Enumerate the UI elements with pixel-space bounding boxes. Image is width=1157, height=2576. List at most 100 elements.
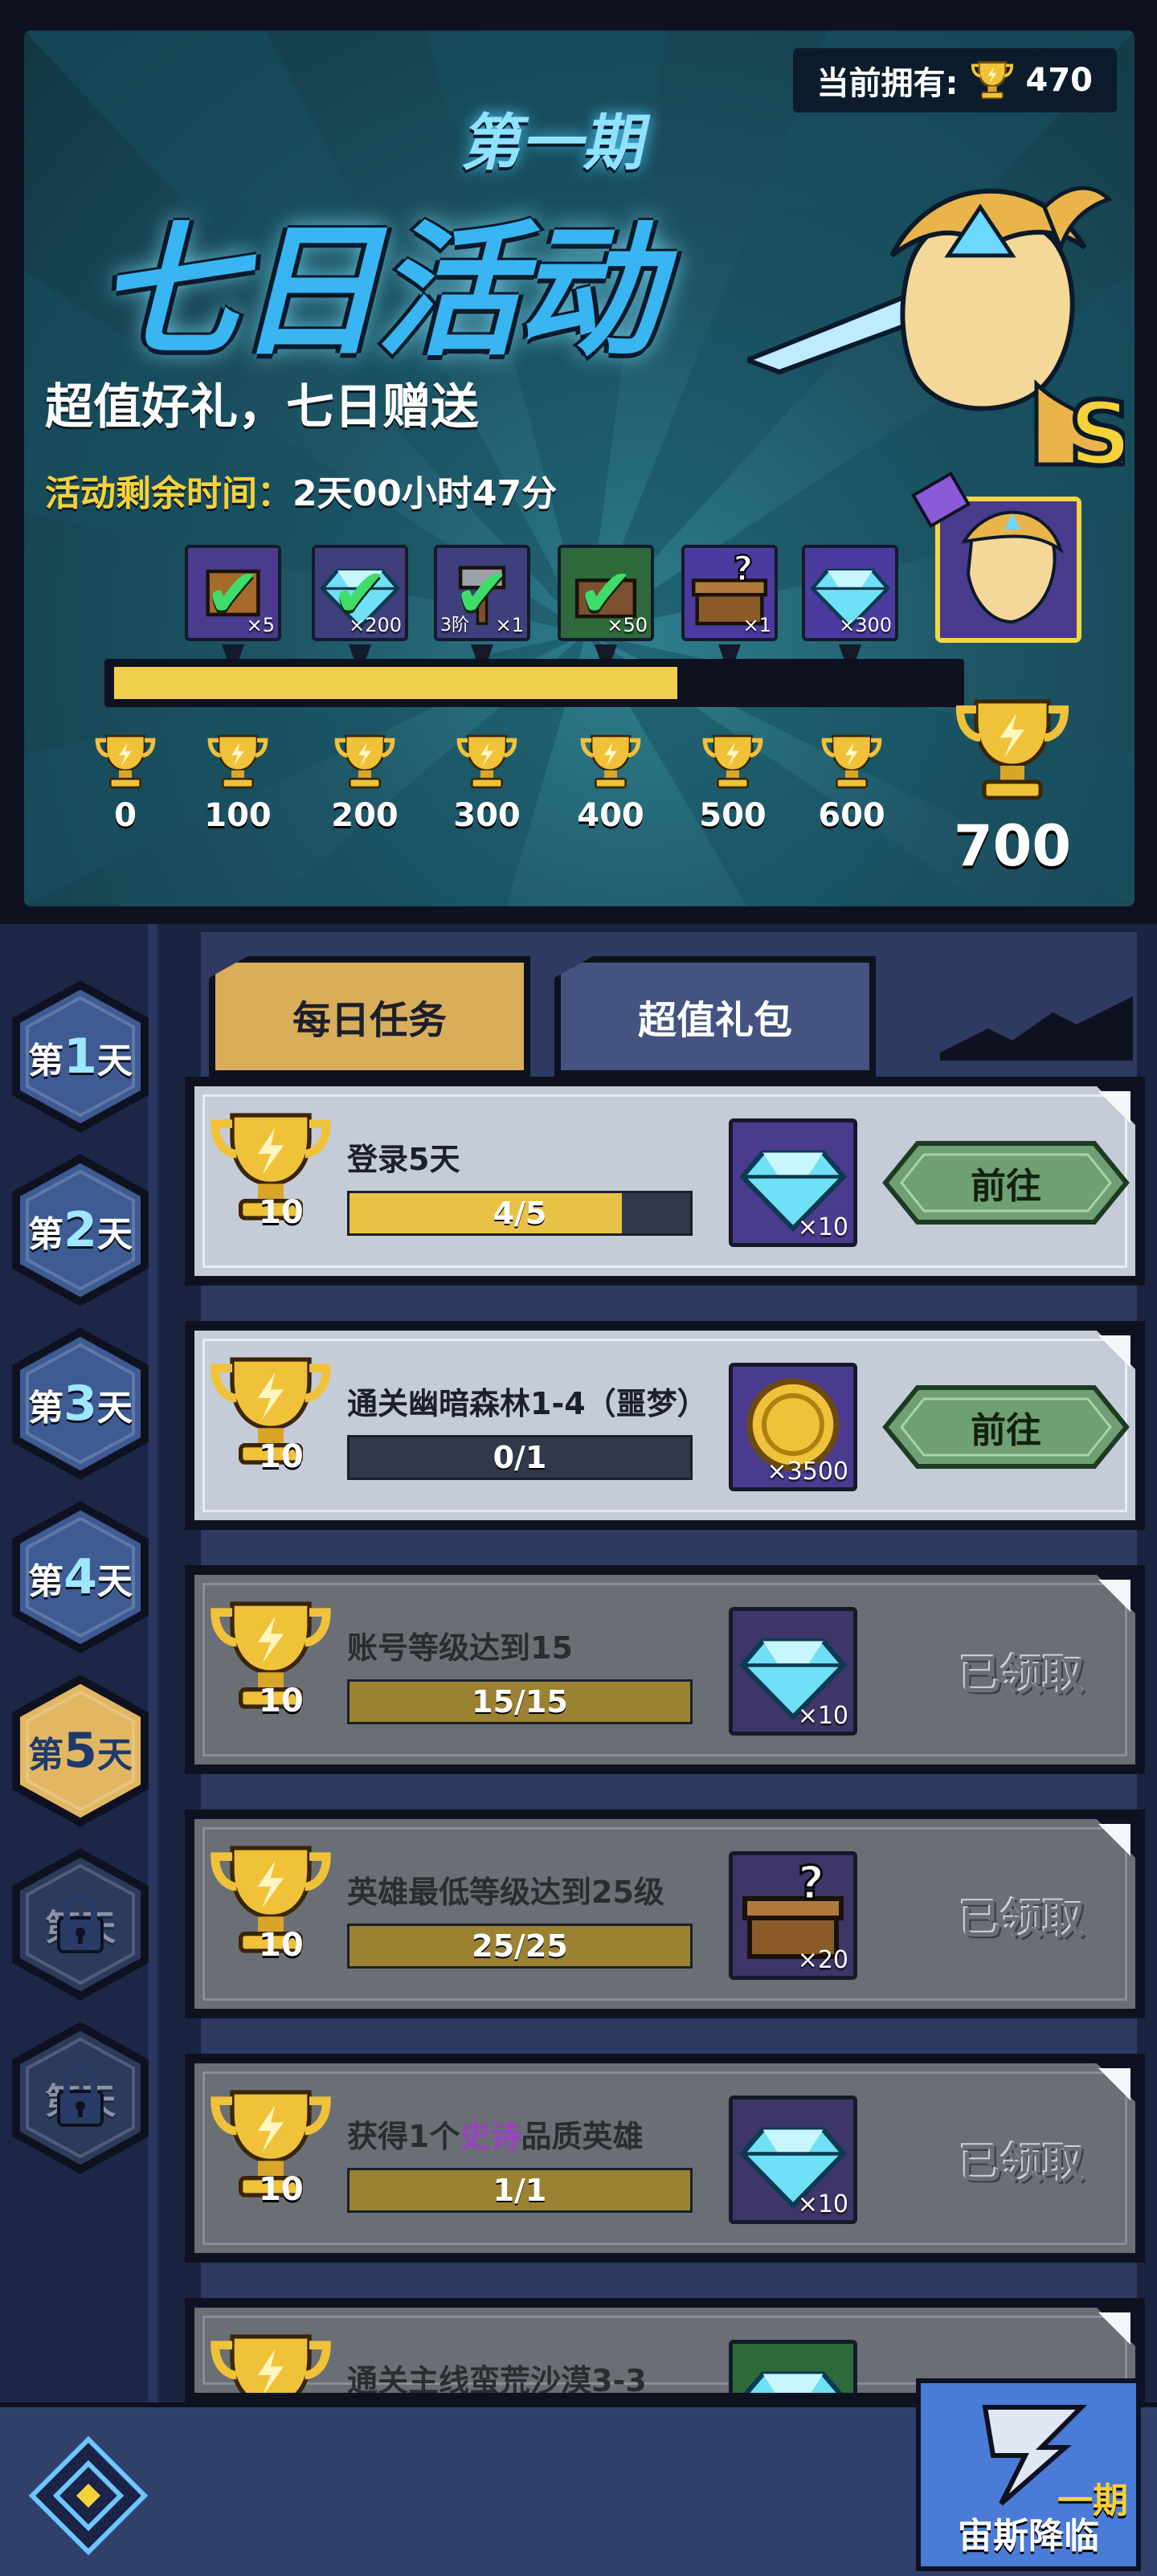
milestone: 100	[190, 730, 286, 834]
hero-rank: S	[1069, 382, 1125, 485]
day-label: 第3天	[28, 1376, 133, 1432]
zeus-label: 宙斯降临	[958, 2516, 1099, 2557]
crack-decoration-icon	[940, 996, 1133, 1061]
day-tab[interactable]: 第2天	[10, 1154, 151, 1306]
milestone: 500	[685, 730, 781, 834]
trophy-icon	[456, 734, 517, 789]
task-points	[202, 2324, 339, 2393]
day-label: 第5天	[28, 1723, 133, 1779]
milestone: 400	[562, 730, 659, 834]
corner-decoration	[1098, 1335, 1130, 1368]
owned-value: 470	[1025, 62, 1094, 99]
day-suffix: 天	[96, 1214, 133, 1255]
task-points: 10	[202, 1102, 339, 1247]
day-number: 4	[63, 1549, 97, 1605]
event-progress-bar	[104, 659, 964, 707]
go-button[interactable]: 前往	[877, 1383, 1135, 1471]
task-reward-count: ×20	[797, 1946, 848, 1974]
task-name: 登录5天	[347, 1142, 460, 1177]
day-prefix: 第	[28, 1388, 64, 1429]
milestone: 0	[77, 730, 174, 834]
timer-value: 2天00小时47分	[292, 473, 558, 514]
svg-text:?: ?	[733, 549, 753, 589]
tab-daily-tasks[interactable]: 每日任务	[209, 956, 530, 1077]
svg-text:?: ?	[798, 1857, 824, 1910]
task-frame	[202, 2316, 1127, 2385]
milestone-reward[interactable]: ? ×1	[681, 545, 778, 677]
milestone-label: 400	[577, 797, 644, 834]
day-prefix: 第	[28, 1214, 64, 1255]
task-row: 10 英雄最低等级达到25级 25/25 ? ×20 已领取	[185, 1809, 1145, 2018]
corner-decoration	[1098, 1091, 1130, 1123]
milestone-label: 100	[204, 797, 272, 834]
milestone-reward[interactable]: ×5 ✔	[185, 545, 281, 677]
task-reward-item[interactable]: ? ×20	[729, 1851, 857, 1980]
lock-icon	[57, 1893, 104, 1953]
day-tab[interactable]: 第4天	[10, 1501, 151, 1654]
back-logo-icon[interactable]	[24, 2431, 153, 2560]
claimed-check-icon: ✔	[204, 554, 262, 632]
go-button[interactable]: 前往	[877, 1139, 1135, 1227]
reward-count: ×1	[742, 614, 771, 636]
milestone-reward[interactable]: ×50 ✔	[558, 545, 654, 677]
day-suffix: 天	[96, 1561, 133, 1602]
day-number: 2	[63, 1202, 97, 1258]
task-points-value: 10	[259, 1194, 304, 1231]
task-progress-text: 15/15	[472, 1684, 568, 1719]
trophy-icon	[971, 61, 1013, 100]
day-tab[interactable]: 第1天	[10, 980, 151, 1133]
day-label: 第1天	[28, 1028, 133, 1085]
task-points: 10	[202, 1591, 339, 1736]
milestone-label: 500	[699, 797, 767, 834]
task-reward-item[interactable]: ×3500	[729, 1363, 857, 1491]
event-title-group: 第一期 七日活动	[48, 53, 771, 399]
task-name: 获得1个史诗品质英雄	[347, 2112, 643, 2156]
task-row: 10 登录5天 4/5 ×10 前往	[185, 1077, 1145, 1286]
milestone-reward[interactable]: ×200 ✔	[312, 545, 408, 677]
day-selector	[0, 924, 161, 2410]
event-timer: 活动剩余时间：2天00小时47分	[45, 464, 557, 516]
day-selector-edge	[148, 924, 157, 2410]
task-reward-count: ×10	[797, 2190, 848, 2218]
trophy-icon	[580, 734, 641, 789]
zeus-event-entry[interactable]: 一期 宙斯降临	[916, 2378, 1141, 2571]
trophy-icon	[821, 734, 882, 789]
final-reward-hero[interactable]	[935, 497, 1081, 643]
owned-label: 当前拥有:	[816, 65, 959, 102]
day-suffix: 天	[96, 1041, 133, 1082]
task-points-value: 10	[259, 2171, 304, 2208]
task-reward-count: ×10	[797, 1702, 848, 1730]
task-reward-item[interactable]	[729, 2340, 857, 2393]
claimed-label: 已领取	[959, 1651, 1085, 1700]
task-reward-item[interactable]: ×10	[729, 1118, 857, 1247]
trophy-icon	[207, 734, 268, 789]
claimed-label: 已领取	[959, 2140, 1085, 2189]
task-name-part: 品质英雄	[521, 2119, 644, 2154]
task-progress-text: 4/5	[493, 1196, 547, 1231]
day-number: 3	[63, 1376, 97, 1432]
task-reward-item[interactable]: ×10	[729, 2096, 857, 2224]
day-prefix: 第	[28, 1561, 64, 1602]
task-progress-bar: 1/1	[347, 2168, 693, 2213]
tab-value-pack[interactable]: 超值礼包	[554, 956, 876, 1077]
day-tab[interactable]: 第3天	[10, 1327, 151, 1480]
task-progress-bar: 4/5	[347, 1191, 693, 1236]
claimed-check-icon: ✔	[577, 554, 635, 632]
day-tab[interactable]: 第天	[10, 2022, 151, 2174]
owned-trophies: 当前拥有: 470	[792, 48, 1117, 112]
task-name: 账号等级达到15	[347, 1630, 573, 1666]
milestone-reward[interactable]: ×300	[802, 545, 898, 677]
day-tab[interactable]: 第天	[10, 1848, 151, 2001]
day-number: 1	[63, 1028, 97, 1085]
task-progress-text: 1/1	[493, 2173, 547, 2208]
milestone-reward[interactable]: 3阶 ×1 ✔	[434, 545, 530, 677]
task-points: 10	[202, 1835, 339, 1980]
gem-icon	[743, 2371, 843, 2393]
timer-label: 活动剩余时间：	[45, 473, 292, 514]
task-reward-count: ×3500	[767, 1458, 848, 1486]
task-reward-item[interactable]: ×10	[729, 1607, 857, 1736]
task-points: 10	[202, 1347, 339, 1491]
day-tab[interactable]: 第5天	[10, 1674, 151, 1827]
milestone-label: 600	[818, 797, 885, 834]
day-number: 5	[63, 1723, 97, 1779]
